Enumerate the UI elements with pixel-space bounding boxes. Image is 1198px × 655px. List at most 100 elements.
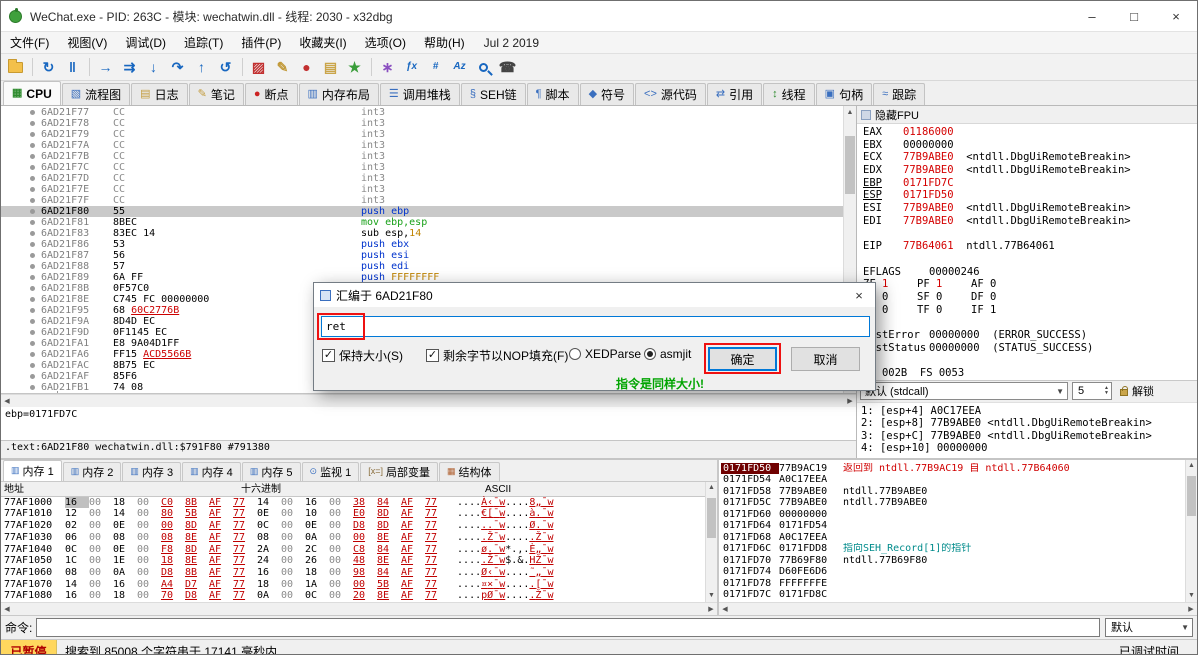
tab-call-stack[interactable]: ☰调用堆栈 [380, 83, 460, 105]
stack-row[interactable]: 0171FD7077B69F80ntdll.77B69F80 [721, 555, 1185, 567]
breakpoint-gutter[interactable] [1, 316, 41, 327]
disasm-row[interactable]: 6AD21F7ACCint3 [1, 140, 843, 151]
flag-tf[interactable]: TF 0 [917, 304, 971, 317]
search-button[interactable] [472, 56, 495, 78]
scroll-up-icon[interactable]: ▲ [706, 482, 718, 494]
step-into-button[interactable]: ↓ [142, 56, 165, 78]
xedparse-radio[interactable]: XEDParse [569, 347, 641, 361]
tab-locals[interactable]: [x=]局部变量 [360, 462, 438, 481]
register-row-lasterror[interactable]: LastError00000000 (ERROR_SUCCESS) [863, 329, 1197, 342]
scroll-left-icon[interactable]: ◀ [1, 395, 13, 407]
scroll-thumb[interactable] [707, 498, 716, 538]
stack-row[interactable]: 0171FD54A0C17EEA [721, 474, 1185, 486]
breakpoint-gutter[interactable] [1, 206, 41, 217]
breakpoint-gutter[interactable] [1, 283, 41, 294]
breakpoint-gutter[interactable] [1, 305, 41, 316]
breakpoint-gutter[interactable] [1, 371, 41, 382]
argument-row[interactable]: 1: [esp+4] A0C17EEA [861, 405, 1197, 418]
breakpoint-gutter[interactable] [1, 184, 41, 195]
menu-item-调试D[interactable]: 调试(D) [116, 32, 175, 53]
stack-row[interactable]: 0171FD7C0171FD8C [721, 589, 1185, 601]
tab-dump3[interactable]: ▥内存 3 [122, 462, 181, 481]
tab-notes[interactable]: ✎笔记 [189, 83, 244, 105]
flag-af[interactable]: AF 0 [971, 278, 1025, 291]
dump-row[interactable]: 77AF101012001400805BAF770E001000E08DAF77… [1, 508, 717, 520]
scroll-up-icon[interactable]: ▲ [844, 106, 856, 118]
spinner-arrows-icon[interactable]: ▲▼ [1104, 386, 1111, 397]
scroll-left-icon[interactable]: ◀ [1, 603, 13, 615]
tab-handles[interactable]: ▣句柄 [816, 83, 872, 105]
menu-item-文件F[interactable]: 文件(F) [1, 32, 58, 53]
breakpoint-gutter[interactable] [1, 107, 41, 118]
cancel-button[interactable]: 取消 [791, 347, 860, 371]
scroll-right-icon[interactable]: ▶ [844, 395, 856, 407]
disasm-row[interactable]: 6AD21F8857push edi [1, 261, 843, 272]
scroll-up-icon[interactable]: ▲ [1186, 460, 1198, 472]
argument-row[interactable]: 3: [esp+C] 77B9ABE0 <ntdll.DbgUiRemoteBr… [861, 430, 1197, 443]
tab-dump1[interactable]: ▥内存 1 [3, 460, 62, 481]
flag-sf[interactable]: SF 0 [917, 291, 971, 304]
tab-cpu[interactable]: ▦CPU [3, 81, 61, 105]
tab-source[interactable]: <>源代码 [635, 83, 706, 105]
tab-watch1[interactable]: ⊙监视 1 [302, 462, 360, 481]
tab-script[interactable]: ¶脚本 [527, 83, 579, 105]
breakpoint-gutter[interactable] [1, 327, 41, 338]
register-row-ebx[interactable]: EBX00000000 [863, 139, 1197, 152]
patches-button[interactable]: ▨ [247, 56, 270, 78]
register-row-laststatus[interactable]: LastStatus00000000 (STATUS_SUCCESS) [863, 342, 1197, 355]
animate-button[interactable]: ↺ [214, 56, 237, 78]
assemble-button[interactable]: ∗ [376, 56, 399, 78]
menu-item-视图V[interactable]: 视图(V) [58, 32, 116, 53]
menu-item-选项O[interactable]: 选项(O) [356, 32, 415, 53]
tab-seh[interactable]: §SEH链 [461, 83, 526, 105]
menu-item-追踪T[interactable]: 追踪(T) [175, 32, 232, 53]
dump-horizontal-scrollbar[interactable]: ◀ ▶ [1, 602, 717, 615]
dump-row[interactable]: 77AF106008000A00D88BAF77160018009884AF77… [1, 567, 717, 579]
disasm-row[interactable]: 6AD21F77CCint3 [1, 107, 843, 118]
comment-button[interactable]: ✎ [271, 56, 294, 78]
menu-item-收藏夹I[interactable]: 收藏夹(I) [290, 32, 355, 53]
tab-references[interactable]: ⇄引用 [707, 83, 762, 105]
asmjit-radio[interactable]: asmjit [644, 347, 691, 361]
favourites-button[interactable]: ★ [343, 56, 366, 78]
tab-dump5[interactable]: ▥内存 5 [242, 462, 301, 481]
stack-row[interactable]: 0171FD68A0C17EEA [721, 532, 1185, 544]
stack-horizontal-scrollbar[interactable]: ◀ ▶ [719, 602, 1197, 615]
disasm-horizontal-scrollbar[interactable]: ◀ ▶ [1, 394, 856, 407]
breakpoint-gutter[interactable] [1, 195, 41, 206]
attach-phone-button[interactable]: ☎ [496, 56, 519, 78]
fill-nop-checkbox[interactable]: ✓ 剩余字节以NOP填充(F) [426, 347, 568, 364]
stack-row[interactable]: 0171FD78FFFFFFFE [721, 578, 1185, 590]
dump-row[interactable]: 77AF10801600180070D8AF770A000C00208EAF77… [1, 590, 717, 602]
dump-vertical-scrollbar[interactable]: ▲ ▼ [705, 482, 717, 602]
disasm-row[interactable]: 6AD21F7ECCint3 [1, 184, 843, 195]
az-button[interactable]: Az [448, 56, 471, 78]
breakpoint-gutter[interactable] [1, 239, 41, 250]
register-row-esi[interactable]: ESI77B9ABE0 <ntdll.DbgUiRemoteBreakin> [863, 202, 1197, 215]
tab-trace[interactable]: ≈跟踪 [873, 83, 925, 105]
breakpoint-gutter[interactable] [1, 349, 41, 360]
command-input[interactable] [36, 618, 1100, 637]
breakpoint-gutter[interactable] [1, 261, 41, 272]
register-row-esp[interactable]: ESP0171FD50 [863, 189, 1197, 202]
command-language-select[interactable]: 默认 ▼ [1105, 618, 1193, 637]
flag-pf[interactable]: PF 1 [917, 278, 971, 291]
dump-row[interactable]: 77AF102002000E00008DAF770C000E00D88DAF77… [1, 520, 717, 532]
scroll-right-icon[interactable]: ▶ [705, 603, 717, 615]
argument-count-spinner[interactable]: 5 ▲▼ [1072, 382, 1112, 400]
minimize-button[interactable]: – [1071, 1, 1113, 31]
tab-symbols[interactable]: ◆符号 [580, 83, 634, 105]
tab-dump2[interactable]: ▥内存 2 [63, 462, 122, 481]
disasm-row[interactable]: 6AD21F7CCCint3 [1, 162, 843, 173]
disasm-row[interactable]: 6AD21F8055push ebp [1, 206, 843, 217]
dump-row[interactable]: 77AF100016001800C08BAF77140016003884AF77… [1, 497, 717, 509]
register-row-ebp[interactable]: EBP0171FD7C [863, 177, 1197, 190]
stack-row[interactable]: 0171FD6000000000 [721, 509, 1185, 521]
calling-convention-select[interactable]: 默认 (stdcall) ▼ [860, 382, 1068, 400]
flag-if[interactable]: IF 1 [971, 304, 1025, 317]
memory-map-button[interactable]: ▤ [319, 56, 342, 78]
stack-row[interactable]: 0171FD5C77B9ABE0ntdll.77B9ABE0 [721, 497, 1185, 509]
register-row-eax[interactable]: EAX01186000 [863, 126, 1197, 139]
pause-button[interactable]: ‖ [61, 56, 84, 78]
restart-button[interactable]: ↻ [37, 56, 60, 78]
